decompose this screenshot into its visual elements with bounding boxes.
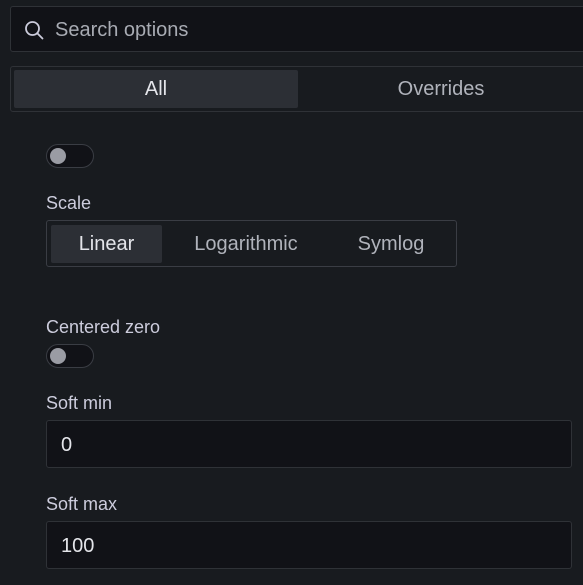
search-icon xyxy=(24,20,44,40)
toggle-knob xyxy=(50,348,66,364)
scale-option-logarithmic[interactable]: Logarithmic xyxy=(173,225,319,263)
tab-overrides[interactable]: Overrides xyxy=(299,70,583,108)
soft-max-label: Soft max xyxy=(46,494,118,514)
toggle-knob xyxy=(50,148,66,164)
scale-option-symlog[interactable]: Symlog xyxy=(333,225,449,263)
soft-max-input[interactable] xyxy=(59,522,563,570)
search-input[interactable] xyxy=(53,7,557,53)
top-toggle-switch[interactable] xyxy=(46,144,94,168)
scale-radio-group: Linear Logarithmic Symlog xyxy=(46,220,457,267)
soft-max-field[interactable] xyxy=(46,521,572,570)
options-tabs: All Overrides xyxy=(10,66,583,112)
soft-min-input[interactable] xyxy=(59,421,563,469)
search-box[interactable] xyxy=(10,6,583,53)
centered-zero-label: Centered zero xyxy=(46,317,161,337)
soft-min-field[interactable] xyxy=(46,420,572,469)
scale-label: Scale xyxy=(46,193,92,213)
soft-min-label: Soft min xyxy=(46,393,113,413)
centered-zero-switch[interactable] xyxy=(46,344,94,368)
scale-option-linear[interactable]: Linear xyxy=(51,225,162,263)
tab-all[interactable]: All xyxy=(14,70,298,108)
